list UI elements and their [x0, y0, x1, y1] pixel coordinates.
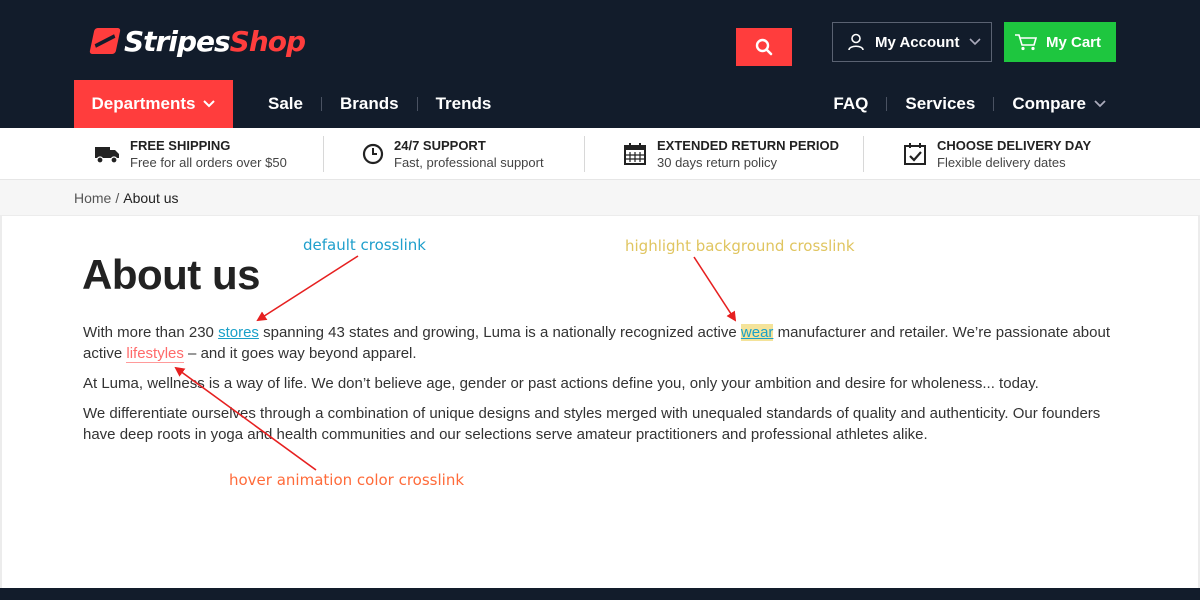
about-paragraph-2: At Luma, wellness is a way of life. We d…	[83, 375, 1039, 392]
feature-title: CHOOSE DELIVERY DAY	[937, 137, 1092, 153]
annotation-hover-crosslink: hover animation color crosslink	[229, 471, 465, 489]
feature-divider	[863, 136, 864, 172]
features-strip: FREE SHIPPING Free for all orders over $…	[0, 128, 1200, 180]
feature-return-period: EXTENDED RETURN PERIOD 30 days return po…	[623, 136, 839, 172]
my-cart-label: My Cart	[1046, 33, 1102, 51]
arrow-default-crosslink	[256, 255, 359, 322]
logo-mark-icon	[89, 28, 121, 54]
breadcrumb-separator: /	[115, 189, 120, 206]
calendar-check-icon	[904, 143, 926, 165]
nav-item-brands[interactable]: Brands	[322, 94, 417, 114]
chevron-down-icon	[203, 100, 216, 108]
chevron-down-icon	[1094, 100, 1106, 108]
logo-text-secondary: Shop	[229, 24, 306, 58]
page-title: About us	[82, 251, 260, 298]
stores-crosslink[interactable]: stores	[218, 324, 259, 341]
main-nav-left: Sale Brands Trends	[250, 80, 509, 128]
feature-title: EXTENDED RETURN PERIOD	[657, 137, 840, 153]
about-content: With more than 230 stores spanning 43 st…	[83, 322, 1123, 454]
lifestyles-crosslink[interactable]: lifestyles	[126, 345, 184, 363]
site-header: StripesShop My Account My Cart Departmen…	[0, 0, 1200, 128]
feature-subtitle: Flexible delivery dates	[937, 154, 1066, 170]
breadcrumb-home-link[interactable]: Home	[74, 190, 111, 206]
nav-item-compare[interactable]: Compare	[994, 94, 1124, 114]
main-nav-right: FAQ Services Compare	[815, 80, 1124, 128]
my-account-button[interactable]: My Account	[832, 22, 992, 62]
feature-divider	[323, 136, 324, 172]
feature-subtitle: Free for all orders over $50	[130, 154, 287, 170]
search-icon	[755, 38, 773, 56]
user-icon	[848, 33, 864, 51]
site-logo[interactable]: StripesShop	[89, 24, 306, 58]
wear-crosslink[interactable]: wear	[740, 324, 774, 341]
chevron-down-icon	[969, 38, 982, 46]
feature-title: 24/7 SUPPORT	[394, 137, 486, 153]
logo-text-primary: Stripes	[124, 24, 231, 58]
nav-item-trends[interactable]: Trends	[418, 94, 510, 114]
feature-delivery-day: CHOOSE DELIVERY DAY Flexible delivery da…	[903, 136, 1091, 172]
departments-label: Departments	[91, 94, 196, 113]
my-account-label: My Account	[875, 33, 960, 51]
feature-subtitle: Fast, professional support	[394, 154, 544, 170]
clock-icon	[362, 143, 384, 165]
about-paragraph-3: We differentiate ourselves through a com…	[83, 405, 1101, 443]
feature-divider	[584, 136, 585, 172]
annotation-default-crosslink: default crosslink	[303, 236, 426, 254]
cart-icon	[1015, 34, 1038, 51]
feature-title: FREE SHIPPING	[130, 137, 231, 153]
feature-free-shipping: FREE SHIPPING Free for all orders over $…	[94, 136, 287, 172]
departments-button[interactable]: Departments	[74, 80, 233, 128]
breadcrumb: Home / About us	[0, 180, 1200, 216]
content-left-border	[0, 216, 2, 588]
nav-item-services[interactable]: Services	[887, 94, 993, 114]
about-paragraph-1: With more than 230 stores spanning 43 st…	[83, 324, 1111, 363]
search-button[interactable]	[736, 28, 792, 66]
my-cart-button[interactable]: My Cart	[1004, 22, 1116, 62]
breadcrumb-current: About us	[123, 189, 179, 206]
feature-subtitle: 30 days return policy	[657, 154, 777, 170]
truck-icon	[95, 147, 119, 164]
annotation-highlight-crosslink: highlight background crosslink	[625, 237, 855, 255]
feature-support: 24/7 SUPPORT Fast, professional support	[362, 136, 544, 172]
footer-bar	[0, 588, 1200, 600]
arrow-highlight-crosslink	[693, 256, 737, 322]
nav-item-faq[interactable]: FAQ	[815, 94, 886, 114]
calendar-icon	[624, 143, 646, 165]
nav-item-sale[interactable]: Sale	[250, 94, 321, 114]
